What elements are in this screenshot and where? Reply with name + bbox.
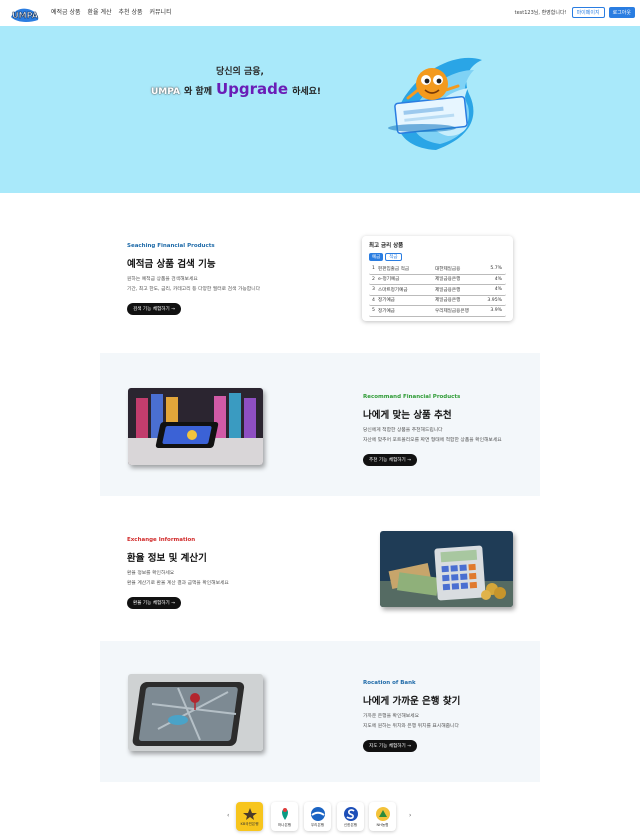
carousel-next-icon[interactable]: ›: [409, 812, 411, 819]
exchange-title: 환율 정보 및 계산기: [127, 553, 207, 564]
top-rates-list: 1 펀펀입출금 적금 대한제일금융 5.7% 2 e-정기예금 제일금융은행 4…: [369, 264, 506, 317]
top-rates-title: 최고 금리 상품: [369, 243, 404, 249]
hero-line2: UMPA 와 함께 Upgrade 하세요!: [151, 80, 321, 98]
woori-circle-icon: [310, 806, 325, 821]
search-title: 예적금 상품 검색 기능: [127, 259, 216, 270]
tab-deposit[interactable]: 예금: [369, 253, 384, 261]
hero-tail: 하세요!: [292, 87, 322, 97]
bank-label: 신한은행: [343, 822, 358, 827]
hero-with: 와 함께: [184, 87, 212, 97]
location-eyebrow: Rocation of Bank: [363, 680, 416, 686]
bank-name: 제일금융은행: [435, 287, 461, 293]
rate-value: 4%: [494, 287, 502, 293]
product-name: 정기예금: [378, 298, 395, 304]
rank-number: 1: [372, 266, 375, 272]
list-item[interactable]: 1 펀펀입출금 적금 대한제일금융 5.7%: [369, 264, 506, 275]
logout-button[interactable]: 로그아웃: [608, 7, 635, 18]
nav-link-deposit[interactable]: 예적금 상품: [51, 7, 81, 16]
map-tablet-illustration: [128, 674, 263, 751]
rank-number: 5: [372, 308, 375, 314]
top-rates-tabs: 예금 적금: [369, 253, 506, 261]
hana-leaf-icon: [281, 807, 288, 820]
list-item[interactable]: 5 정기예금 우리제일금융은행 3.9%: [369, 306, 506, 317]
recommend-eyebrow: Recommand Financial Products: [363, 394, 461, 400]
nh-emblem-icon: [375, 806, 390, 821]
hero-upgrade: Upgrade: [215, 80, 289, 98]
search-desc-2: 기간, 최고 한도, 금리, 카테고리 등 다양한 필터로 검색 가능합니다: [127, 287, 261, 292]
recommend-title: 나에게 맞는 상품 추천: [363, 410, 452, 421]
rank-number: 2: [372, 276, 375, 282]
phone-apps-illustration: [128, 388, 263, 465]
location-title: 나에게 가까운 은행 찾기: [363, 696, 461, 707]
location-desc-1: 가까운 은행을 확인해보세요: [363, 714, 420, 719]
rate-value: 4%: [494, 276, 502, 282]
nav-link-exchange[interactable]: 환율 계산: [88, 7, 112, 16]
hero-banner: [0, 26, 640, 193]
recommend-try-button[interactable]: 추천 기능 체험하기 →: [363, 454, 418, 466]
rate-value: 3.9%: [490, 308, 502, 314]
bank-logo-carousel: ‹ KB국민은행 하나은행 우리은행 신한은행 NH농협 ›: [0, 800, 640, 834]
bank-label: KB국민은행: [240, 821, 259, 826]
calculator-money-illustration: [380, 531, 513, 607]
bank-name: 제일금융은행: [435, 277, 461, 283]
top-nav: UMPA 예적금 상품 환율 계산 추천 상품 커뮤니티 test123님, 환…: [0, 0, 640, 26]
search-section: Seaching Financial Products 예적금 상품 검색 기능…: [127, 243, 260, 315]
shinhan-s-icon: [343, 806, 358, 821]
exchange-desc-1: 환율 정보를 확인하세요: [127, 571, 175, 576]
rate-value: 3.95%: [487, 297, 502, 303]
list-item[interactable]: 4 정기예금 제일금융은행 3.95%: [369, 296, 506, 306]
carousel-prev-icon[interactable]: ‹: [227, 812, 229, 819]
logo-text: UMPA: [12, 11, 39, 20]
recommend-text: Recommand Financial Products 나에게 맞는 상품 추…: [363, 394, 502, 466]
bank-logo-shinhan[interactable]: 신한은행: [337, 802, 364, 831]
bank-label: 우리은행: [310, 822, 325, 827]
recommend-desc-2: 자산에 맞추어 포트폴리오를 짜면 형태에 적합한 상품을 확인해보세요: [363, 438, 502, 443]
hero-brand: UMPA: [151, 87, 180, 97]
exchange-try-button[interactable]: 환율 기능 체험하기 →: [127, 597, 182, 609]
search-try-button[interactable]: 검색 기능 체험하기 →: [127, 303, 182, 315]
product-name: 정기예금: [378, 308, 395, 314]
rank-number: 3: [372, 287, 375, 293]
bank-logo-hana[interactable]: 하나은행: [271, 802, 298, 831]
nav-links: 예적금 상품 환율 계산 추천 상품 커뮤니티: [51, 7, 172, 16]
recommend-desc-1: 당신에게 적합한 상품을 추천해드립니다: [363, 428, 443, 433]
list-item[interactable]: 3 스마트정기예금 제일금융은행 4%: [369, 285, 506, 296]
umpa-logo[interactable]: UMPA: [9, 1, 41, 24]
location-try-button[interactable]: 지도 기능 체험하기 →: [363, 740, 418, 752]
rank-number: 4: [372, 297, 375, 303]
bank-name: 제일금융은행: [435, 298, 461, 304]
list-item[interactable]: 2 e-정기예금 제일금융은행 4%: [369, 275, 506, 285]
welcome-text: test123님, 환영합니다!: [514, 10, 567, 16]
product-name: 스마트정기예금: [378, 287, 408, 293]
kb-star-icon: [242, 807, 257, 820]
mypage-button[interactable]: 마이페이지: [571, 7, 605, 18]
bank-label: NH농협: [376, 822, 389, 827]
bank-logo-nh[interactable]: NH농협: [369, 802, 396, 831]
mascot-surfing-illustration: [388, 57, 482, 151]
nav-link-recommend[interactable]: 추천 상품: [119, 7, 143, 16]
exchange-eyebrow: Exchange Information: [127, 537, 196, 543]
nav-user-area: test123님, 환영합니다! 마이페이지 로그아웃: [515, 7, 635, 18]
search-eyebrow: Seaching Financial Products: [127, 243, 215, 249]
location-text: Rocation of Bank 나에게 가까운 은행 찾기 가까운 은행을 확…: [363, 680, 460, 752]
bank-name: 대한제일금융: [435, 266, 461, 272]
hero-line1: 당신의 금융,: [216, 67, 264, 77]
product-name: e-정기예금: [378, 277, 400, 283]
bank-name: 우리제일금융은행: [435, 308, 469, 314]
rate-value: 5.7%: [490, 266, 502, 272]
bank-label: 하나은행: [277, 822, 292, 827]
location-desc-2: 지도에 원하는 위치와 은행 위치를 표시해줍니다: [363, 724, 459, 729]
top-rates-card: 최고 금리 상품 예금 적금 1 펀펀입출금 적금 대한제일금융 5.7% 2 …: [362, 236, 513, 321]
exchange-text: Exchange Information 환율 정보 및 계산기 환율 정보를 …: [127, 537, 229, 609]
exchange-desc-2: 환율 계산기로 환율 계산 결과 금액을 확인해보세요: [127, 581, 229, 586]
tab-savings[interactable]: 적금: [385, 253, 402, 261]
nav-link-community[interactable]: 커뮤니티: [150, 7, 172, 16]
bank-logo-kb[interactable]: KB국민은행: [236, 802, 263, 831]
bank-logo-woori[interactable]: 우리은행: [304, 802, 331, 831]
search-desc-1: 원하는 예적금 상품을 검색해보세요: [127, 277, 198, 282]
product-name: 펀펀입출금 적금: [378, 266, 410, 272]
